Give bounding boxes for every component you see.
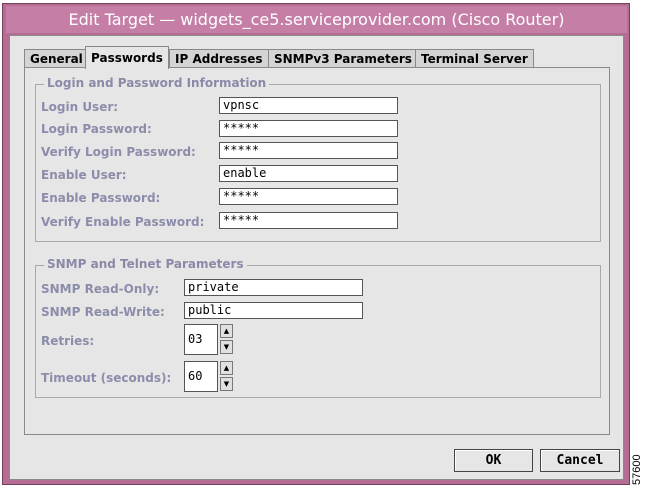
dialog-window: Edit Target — widgets_ce5.serviceprovide…	[2, 3, 630, 485]
snmp-read-write-field[interactable]: public	[184, 302, 363, 319]
enable-user-label: Enable User:	[41, 168, 127, 182]
retries-decrement-button[interactable]: ▼	[220, 340, 233, 354]
tab-general[interactable]: General	[24, 49, 89, 68]
verify-login-password-label: Verify Login Password:	[41, 145, 196, 159]
arrow-down-icon: ▼	[223, 380, 230, 388]
verify-enable-password-label: Verify Enable Password:	[41, 215, 205, 229]
snmp-read-write-label: SNMP Read-Write:	[41, 305, 165, 319]
login-password-label: Login Password:	[41, 122, 152, 136]
window-title: Edit Target — widgets_ce5.serviceprovide…	[6, 6, 627, 33]
login-password-group: Login and Password Information Login Use…	[35, 76, 601, 242]
verify-login-password-field[interactable]: *****	[219, 142, 398, 159]
passwords-tab-panel: Login and Password Information Login Use…	[24, 67, 610, 435]
login-user-label: Login User:	[41, 100, 119, 114]
dialog-client-area: General Passwords IP Addresses SNMPv3 Pa…	[9, 35, 624, 480]
tab-terminal-server[interactable]: Terminal Server	[415, 49, 534, 68]
ok-button[interactable]: OK	[454, 449, 533, 472]
snmp-telnet-group: SNMP and Telnet Parameters SNMP Read-Onl…	[35, 257, 601, 398]
timeout-increment-button[interactable]: ▲	[220, 361, 233, 375]
arrow-down-icon: ▼	[223, 343, 230, 351]
tab-ip-addresses[interactable]: IP Addresses	[169, 49, 269, 68]
cancel-button[interactable]: Cancel	[540, 449, 620, 472]
login-group-title: Login and Password Information	[44, 76, 270, 90]
figure-id-text: 57600	[631, 454, 643, 485]
retries-spinner-field[interactable]: 03	[184, 324, 218, 355]
tab-snmpv3-parameters[interactable]: SNMPv3 Parameters	[268, 49, 418, 68]
timeout-spinner-field[interactable]: 60	[184, 361, 218, 392]
figure-id: 57600	[630, 452, 644, 486]
tab-passwords[interactable]: Passwords	[85, 46, 169, 69]
arrow-up-icon: ▲	[223, 364, 230, 372]
enable-password-field[interactable]: *****	[219, 188, 398, 205]
snmp-group-title: SNMP and Telnet Parameters	[44, 257, 247, 271]
verify-enable-password-field[interactable]: *****	[219, 212, 398, 229]
enable-user-field[interactable]: enable	[219, 165, 398, 182]
login-user-field[interactable]: vpnsc	[219, 97, 398, 114]
arrow-up-icon: ▲	[223, 327, 230, 335]
login-password-field[interactable]: *****	[219, 120, 398, 137]
retries-label: Retries:	[41, 334, 95, 348]
timeout-label: Timeout (seconds):	[41, 371, 172, 385]
timeout-decrement-button[interactable]: ▼	[220, 377, 233, 391]
snmp-read-only-label: SNMP Read-Only:	[41, 282, 160, 296]
retries-increment-button[interactable]: ▲	[220, 324, 233, 338]
enable-password-label: Enable Password:	[41, 191, 161, 205]
snmp-read-only-field[interactable]: private	[184, 279, 363, 296]
